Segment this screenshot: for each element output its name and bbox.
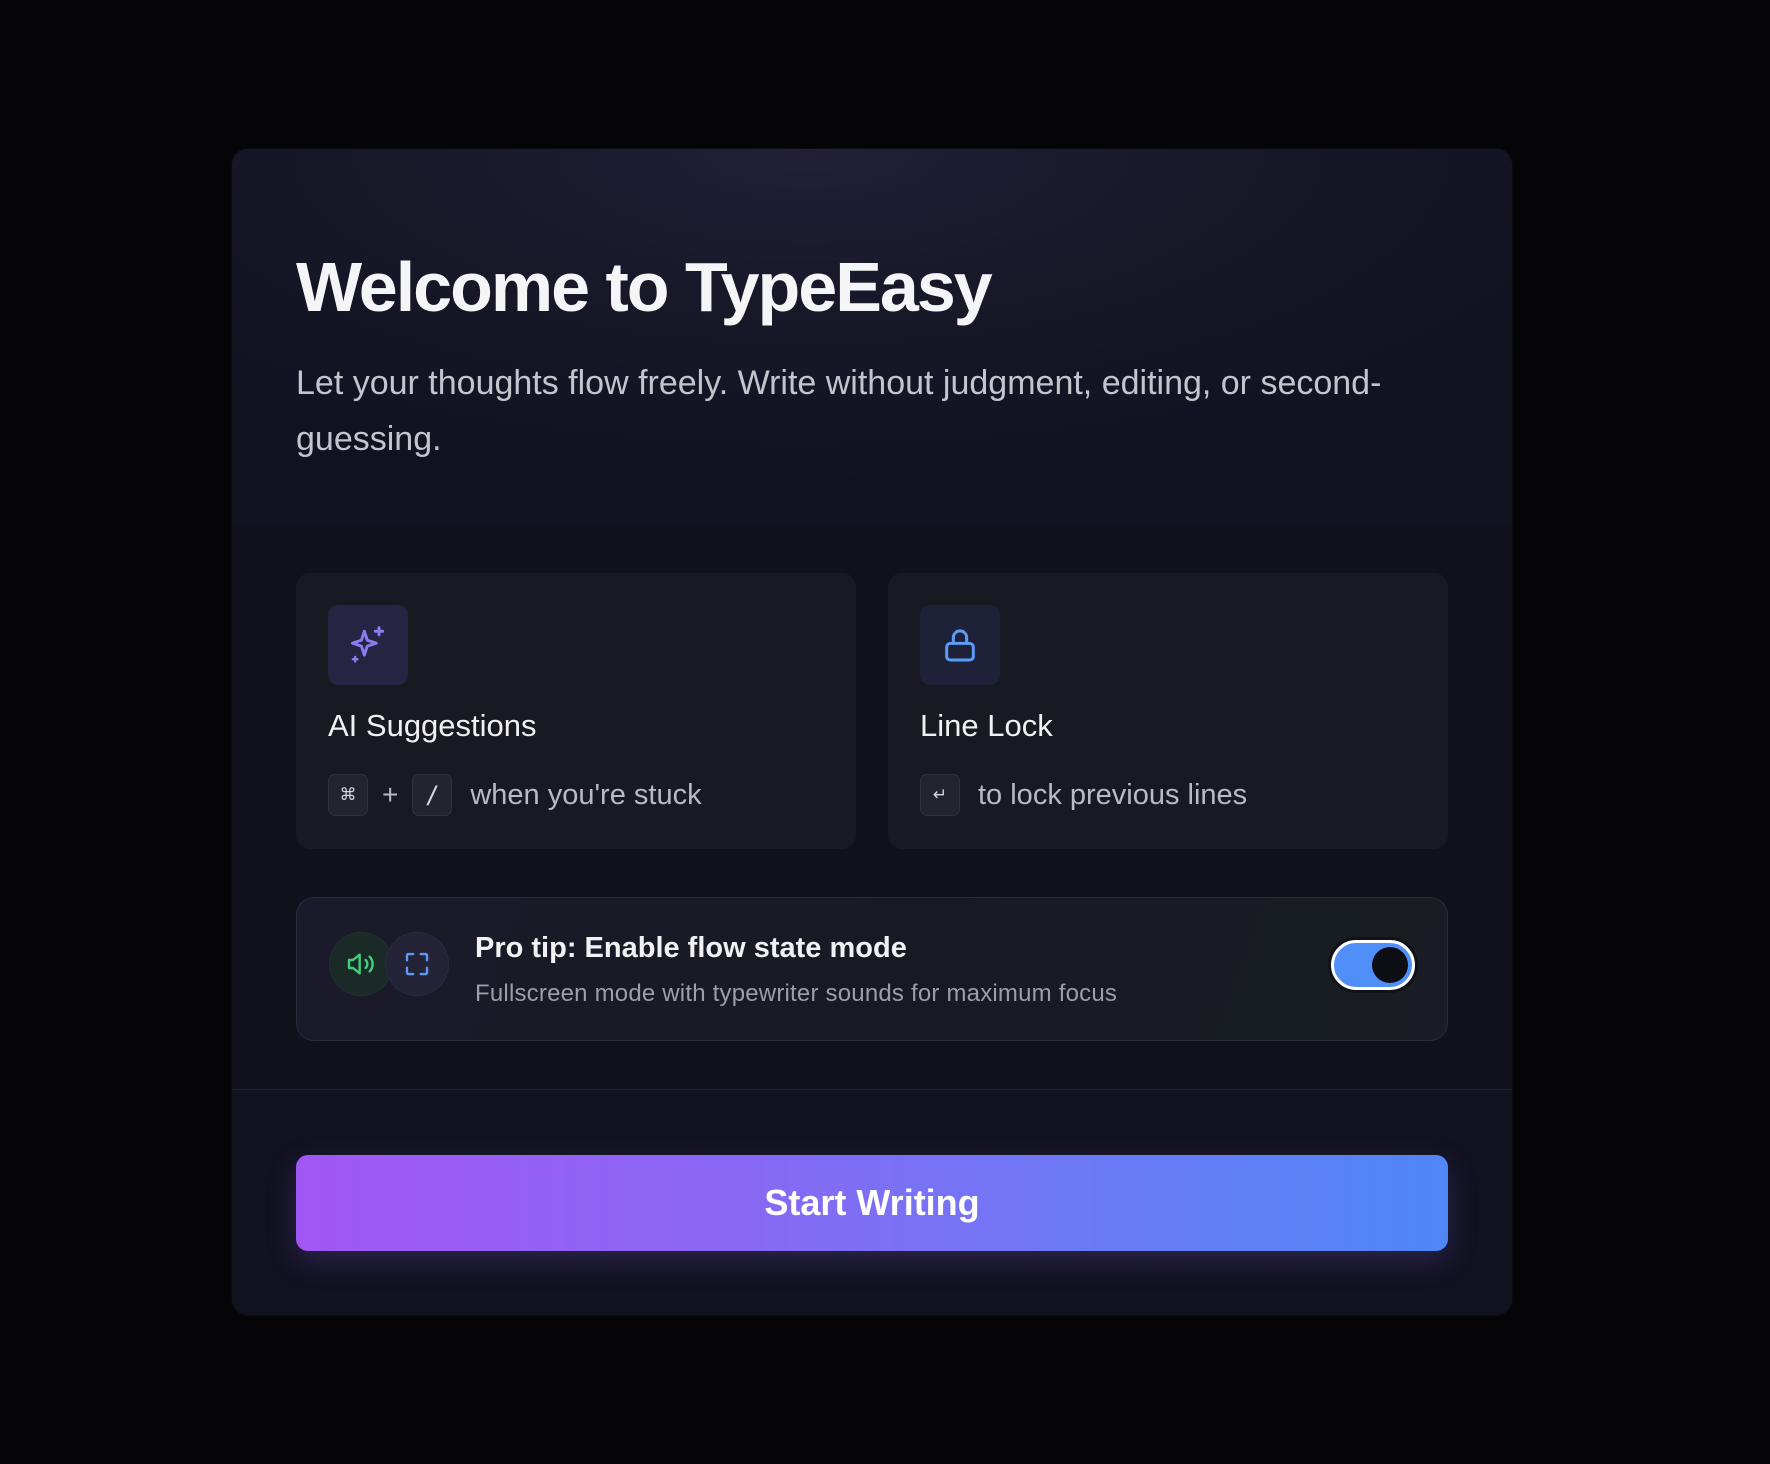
shortcut-description: to lock previous lines	[978, 778, 1248, 811]
flow-state-toggle[interactable]	[1331, 940, 1415, 990]
pro-tip-title: Pro tip: Enable flow state mode	[475, 932, 907, 964]
shortcut-hint: ↵ to lock previous lines	[920, 773, 1247, 817]
start-writing-button[interactable]: Start Writing	[296, 1155, 1448, 1251]
page-subtitle: Let your thoughts flow freely. Write wit…	[296, 364, 1382, 458]
enter-key: ↵	[920, 774, 960, 816]
slash-key: /	[412, 774, 453, 816]
key-separator: +	[382, 779, 399, 810]
shortcut-hint: ⌘ + / when you're stuck	[328, 773, 702, 817]
welcome-modal: Welcome to TypeEasy Let your thoughts fl…	[232, 149, 1512, 1315]
pro-tip-panel: Pro tip: Enable flow state mode Fullscre…	[296, 897, 1448, 1041]
page-title: Welcome to TypeEasy	[296, 248, 993, 326]
sparkles-icon	[328, 605, 408, 685]
toggle-knob	[1372, 947, 1408, 983]
modal-header: Welcome to TypeEasy Let your thoughts fl…	[232, 149, 1512, 525]
feature-card-ai-suggestions: AI Suggestions ⌘ + / when you're stuck	[296, 573, 856, 849]
pro-tip-icons	[329, 932, 453, 996]
shortcut-description: when you're stuck	[470, 778, 702, 811]
feature-title: Line Lock	[920, 708, 1053, 743]
lock-icon	[920, 605, 1000, 685]
fullscreen-icon	[385, 932, 449, 996]
command-key: ⌘	[328, 774, 368, 816]
feature-title: AI Suggestions	[328, 708, 537, 743]
feature-card-line-lock: Line Lock ↵ to lock previous lines	[888, 573, 1448, 849]
speaker-icon	[329, 932, 393, 996]
pro-tip-description: Fullscreen mode with typewriter sounds f…	[475, 980, 1118, 1007]
